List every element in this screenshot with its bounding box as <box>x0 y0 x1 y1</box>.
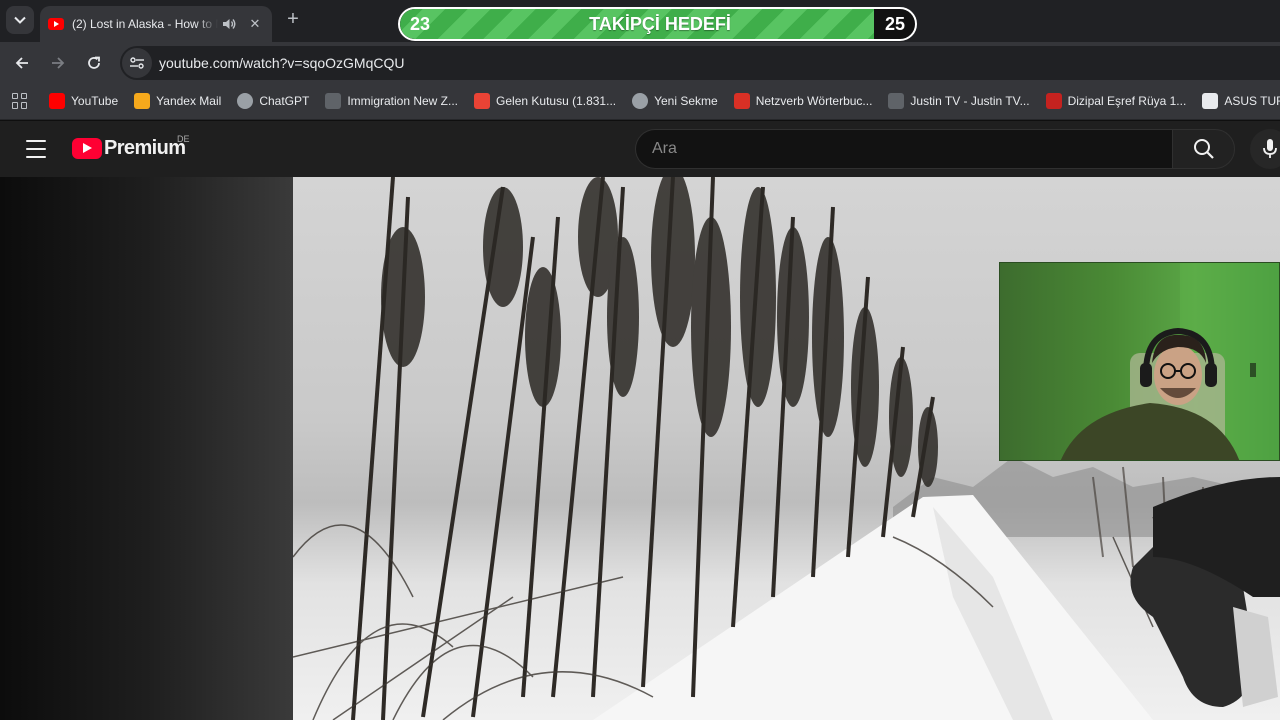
bookmark-list: YouTube Yandex Mail ChatGPT Immigration New… <box>49 92 1280 109</box>
back-button[interactable] <box>9 50 35 76</box>
goal-target-count: 25 <box>884 14 905 34</box>
bookmark-label: Netzverb Wörterbuc... <box>755 93 873 108</box>
bookmark-label: Justin TV - Justin TV... <box>910 93 1030 108</box>
search-box <box>635 129 1173 169</box>
bookmark-label: Dizipal Eşref Rüya 1... <box>1067 93 1187 108</box>
logo-text: Premium <box>104 137 186 159</box>
youtube-header: Premium DE <box>0 121 1280 177</box>
bookmark-item[interactable]: Yandex Mail <box>134 92 222 109</box>
bookmark-item[interactable]: Immigration New Z... <box>325 92 459 109</box>
arrow-right-icon <box>52 57 65 69</box>
bookmark-item[interactable]: Yeni Sekme <box>632 92 718 109</box>
chevron-down-icon <box>14 16 26 24</box>
forward-button[interactable] <box>45 50 71 76</box>
goal-current-count: 23 <box>410 14 431 34</box>
player-left-shade <box>0 177 293 720</box>
dizipal-icon <box>1045 92 1062 109</box>
browser-toolbar: youtube.com/watch?v=sqoOzGMqCQU <box>0 42 1280 82</box>
bookmark-item[interactable]: Justin TV - Justin TV... <box>888 92 1030 109</box>
tab-search-button[interactable] <box>6 6 34 34</box>
fern-icon <box>325 92 342 109</box>
reload-icon <box>88 56 100 69</box>
apps-grid-icon[interactable] <box>12 92 27 109</box>
youtube-icon <box>49 92 65 109</box>
bookmark-item[interactable]: Netzverb Wörterbuc... <box>733 92 873 109</box>
bookmark-item[interactable]: Dizipal Eşref Rüya 1... <box>1045 92 1187 109</box>
tv-icon <box>888 92 905 109</box>
follower-goal-bar: TAKİPÇİ HEDEFİ 23 25 <box>398 7 917 41</box>
globe-icon <box>632 92 649 109</box>
tab-active[interactable]: (2) Lost in Alaska - How to Make ✕ <box>40 6 272 42</box>
tab-close-button[interactable]: ✕ <box>246 16 264 32</box>
gmail-icon <box>474 92 491 109</box>
speaker-icon[interactable] <box>222 18 240 30</box>
bookmark-item[interactable]: Gelen Kutusu (1.831... <box>474 92 617 109</box>
url-text: youtube.com/watch?v=sqoOzGMqCQU <box>159 55 405 71</box>
arrow-left-icon <box>15 57 28 69</box>
country-code: DE <box>177 134 190 144</box>
site-info-icon[interactable] <box>122 48 152 78</box>
bookmark-item[interactable]: ChatGPT <box>237 92 310 109</box>
tab-strip: (2) Lost in Alaska - How to Make ✕ + TAK… <box>0 0 1280 42</box>
streamer-webcam-image <box>1060 263 1279 460</box>
bookmark-label: Immigration New Z... <box>347 93 459 108</box>
bookmark-item[interactable]: YouTube <box>49 92 119 109</box>
youtube-play-icon <box>72 138 102 159</box>
bookmarks-bar: YouTube Yandex Mail ChatGPT Immigration New… <box>0 82 1280 120</box>
voice-search-button[interactable] <box>1250 129 1280 169</box>
bookmark-label: ASUS TUF G <box>1224 93 1280 108</box>
flag-icon <box>733 92 750 109</box>
youtube-premium-logo[interactable]: Premium DE <box>72 134 190 160</box>
bookmark-label: YouTube <box>71 93 119 108</box>
chatgpt-icon <box>237 92 254 109</box>
goal-title: TAKİPÇİ HEDEFİ <box>589 14 731 34</box>
bookmark-label: Gelen Kutusu (1.831... <box>496 93 617 108</box>
webcam-overlay <box>999 262 1280 461</box>
asus-icon <box>1202 92 1219 109</box>
reload-button[interactable] <box>81 50 107 76</box>
microphone-icon <box>1263 139 1277 158</box>
search-button[interactable] <box>1172 129 1235 169</box>
bookmark-label: Yeni Sekme <box>654 93 718 108</box>
bookmark-item[interactable]: ASUS TUF G <box>1202 92 1280 109</box>
tab-title: (2) Lost in Alaska - How to Make <box>72 17 218 31</box>
menu-icon[interactable] <box>26 140 46 158</box>
youtube-icon <box>48 18 64 30</box>
address-bar[interactable]: youtube.com/watch?v=sqoOzGMqCQU <box>120 46 1280 80</box>
search-icon <box>1193 139 1214 159</box>
bookmark-label: Yandex Mail <box>156 93 222 108</box>
bookmark-label: ChatGPT <box>259 93 310 108</box>
new-tab-button[interactable]: + <box>282 8 304 32</box>
mail-icon <box>134 92 151 109</box>
search-input[interactable] <box>636 130 1173 168</box>
